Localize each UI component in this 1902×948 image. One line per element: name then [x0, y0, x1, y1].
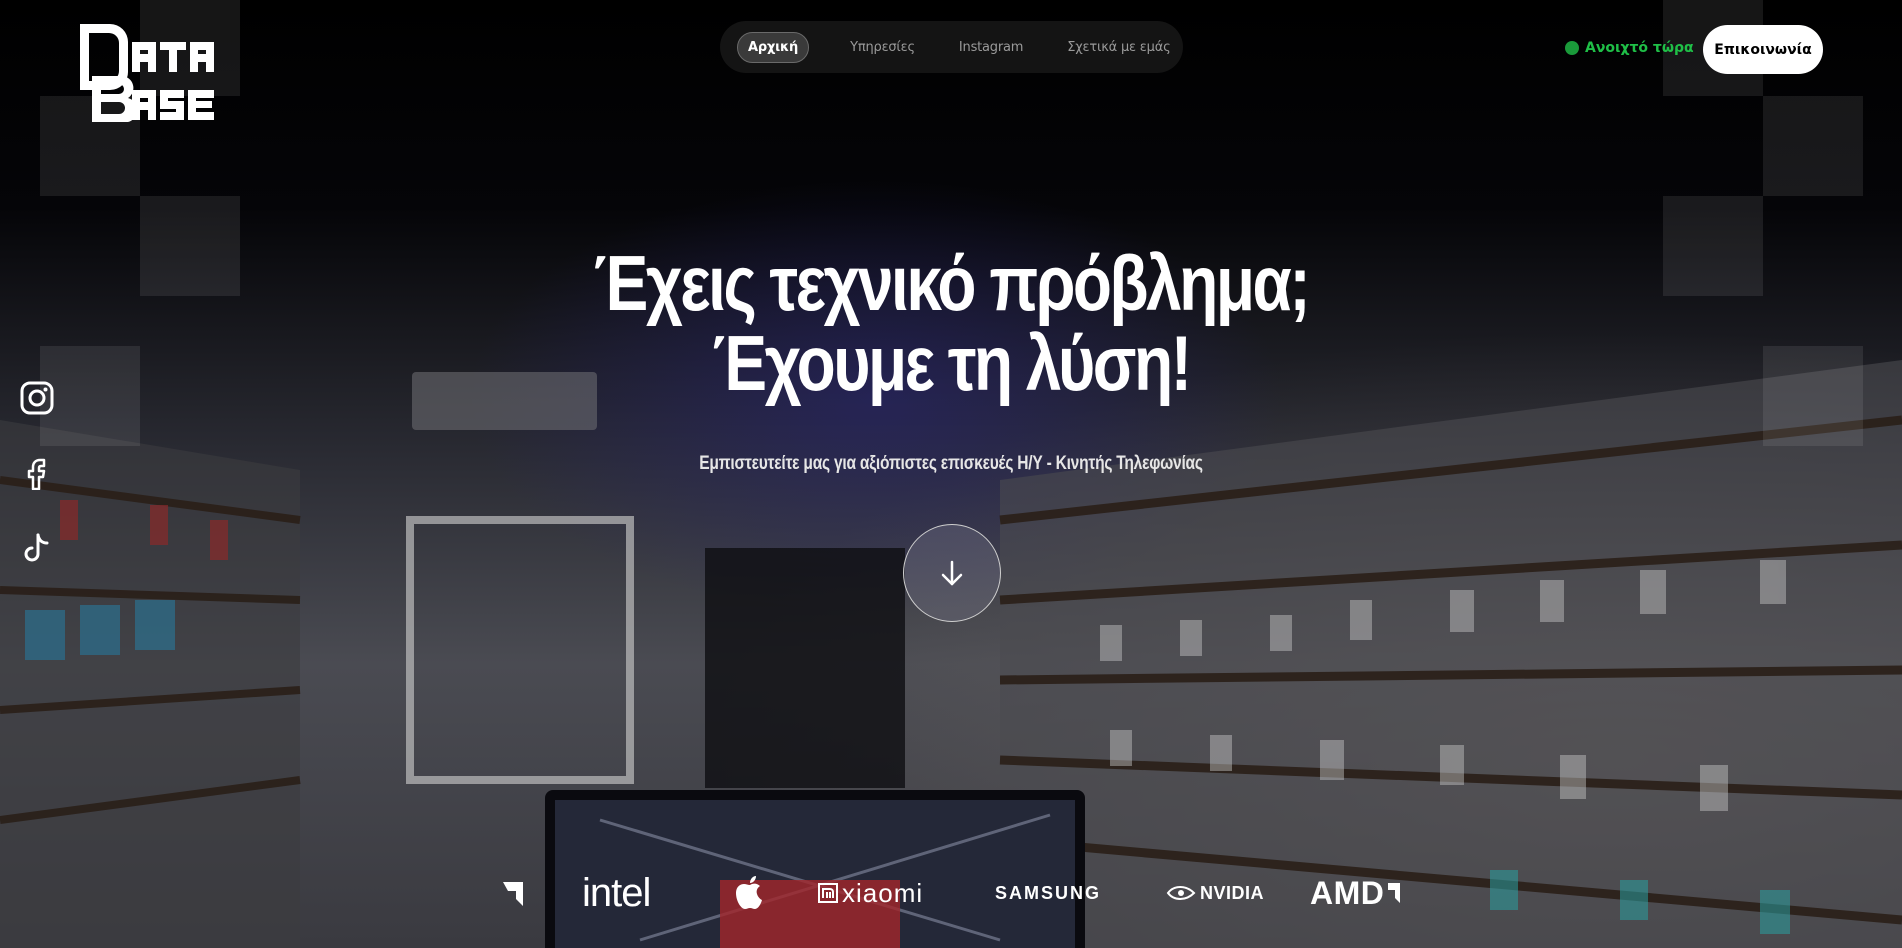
- brand-nvidia: NVIDIA: [1166, 874, 1264, 912]
- arrow-down-icon: [941, 560, 963, 586]
- page: Αρχική Υπηρεσίες Instagram Σχετικά με εμ…: [0, 0, 1902, 948]
- xiaomi-icon: [818, 883, 838, 903]
- status-label: Ανοιχτό τώρα: [1585, 40, 1694, 56]
- main-nav: Αρχική Υπηρεσίες Instagram Σχετικά με εμ…: [720, 21, 1183, 73]
- apple-icon: [736, 876, 762, 909]
- decor-square: [140, 196, 240, 296]
- hero-title-line-1: Έχεις τεχνικό πρόβλημα;: [593, 239, 1311, 327]
- nav-item-about[interactable]: Σχετικά με εμάς: [1056, 32, 1181, 63]
- status-dot-icon: [1565, 41, 1579, 55]
- brand-amd: AMD: [1310, 874, 1402, 912]
- amd-arrow-icon: [1388, 883, 1401, 903]
- contact-button[interactable]: Επικοινωνία: [1703, 25, 1823, 74]
- open-status: Ανοιχτό τώρα: [1565, 40, 1694, 56]
- nav-item-home[interactable]: Αρχική: [737, 31, 810, 63]
- instagram-icon[interactable]: [20, 381, 54, 415]
- tiktok-icon[interactable]: [20, 532, 54, 566]
- decor-square: [40, 346, 140, 446]
- hero-subtitle: Εμπιστευτείτε μας για αξιόπιστες επισκευ…: [699, 453, 1203, 474]
- decor-square: [1763, 96, 1863, 196]
- hero-title: Έχεις τεχνικό πρόβλημα; Έχουμε τη λύση!: [541, 243, 1361, 403]
- decor-square: [1763, 346, 1863, 446]
- brand-xiaomi: xiaomi: [818, 874, 923, 912]
- scroll-down-button[interactable]: [903, 524, 1001, 622]
- nvidia-eye-icon: [1166, 886, 1196, 900]
- brand-logo-mark: [503, 882, 523, 906]
- nav-item-services[interactable]: Υπηρεσίες: [839, 32, 926, 63]
- brand-samsung: SAMSUNG: [995, 882, 1102, 903]
- brand-intel: intel: [582, 870, 651, 915]
- nav-item-instagram[interactable]: Instagram: [948, 32, 1034, 63]
- decor-square: [1663, 196, 1763, 296]
- site-logo[interactable]: [80, 24, 240, 122]
- facebook-icon[interactable]: [20, 456, 54, 490]
- hero-title-line-2: Έχουμε τη λύση!: [712, 319, 1192, 407]
